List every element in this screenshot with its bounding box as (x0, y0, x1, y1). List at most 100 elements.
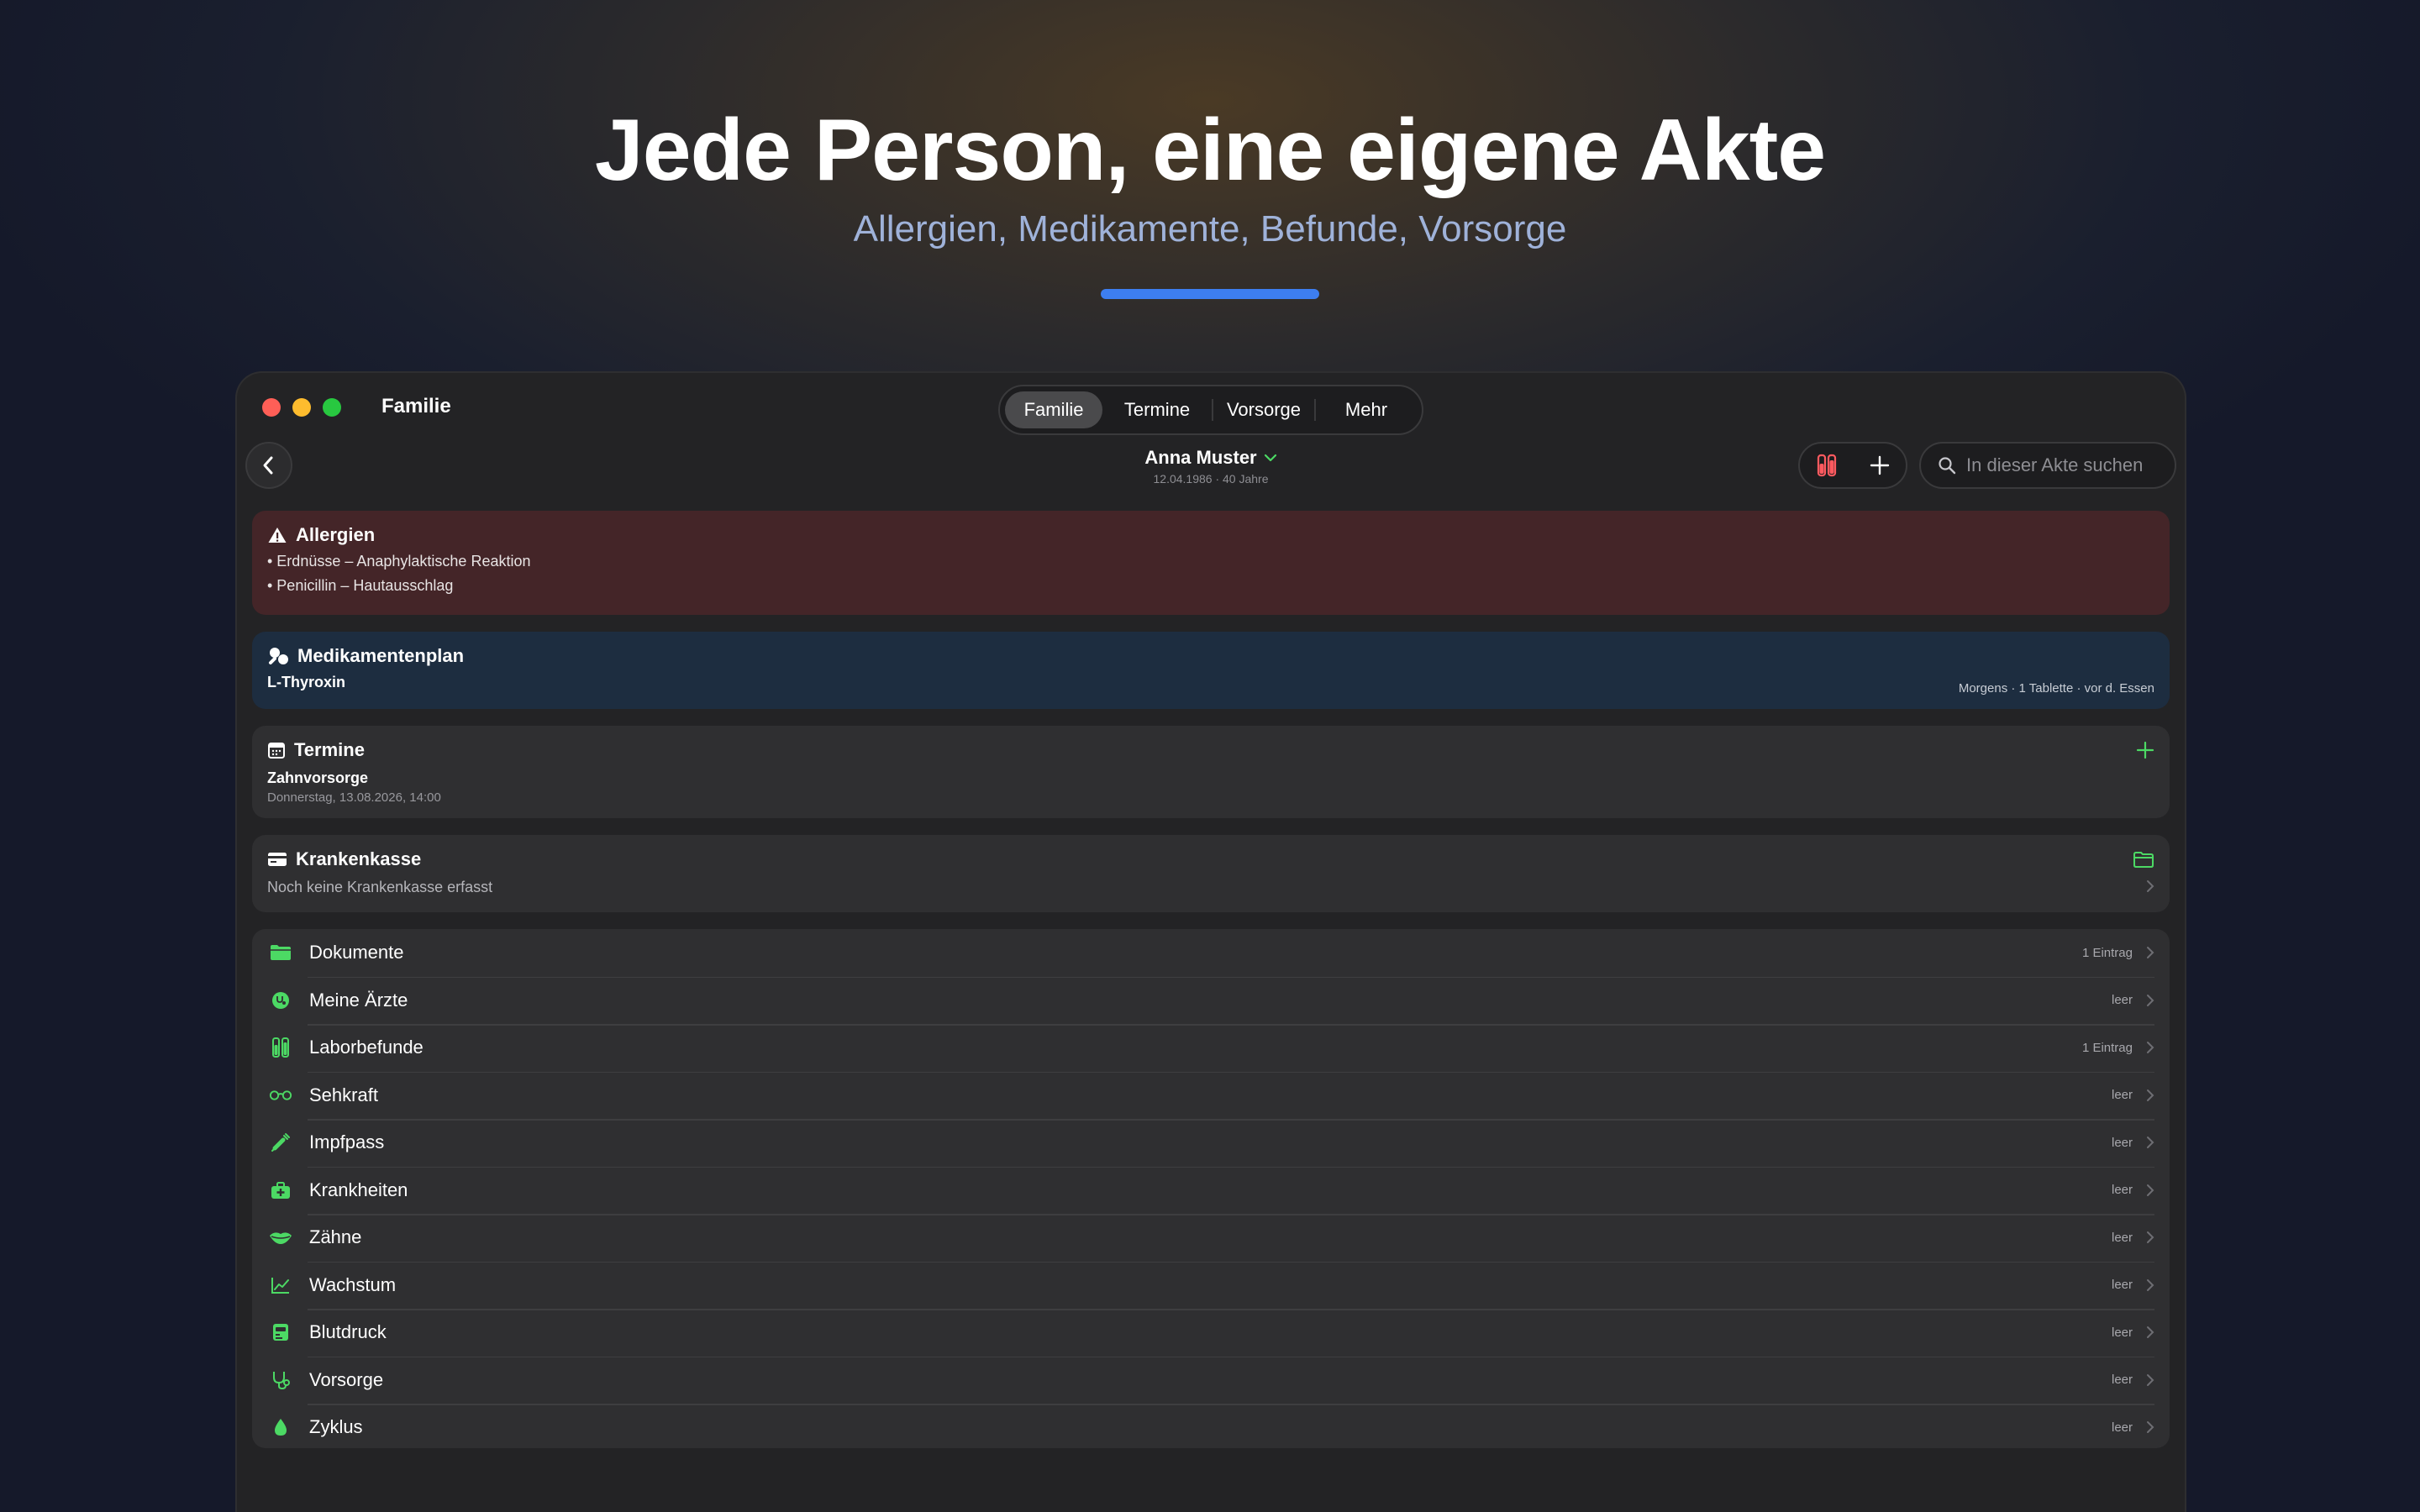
list-item-count: leer (2111, 1088, 2133, 1103)
person-name: Anna Muster (1144, 447, 1257, 468)
list-item-count: leer (2111, 1373, 2133, 1388)
appointment-title: Zahnvorsorge (267, 769, 369, 786)
test-tubes-icon (1817, 454, 1837, 477)
list-item-vorsorge[interactable]: Vorsorge leer (252, 1356, 2170, 1404)
insurance-heading: Krankenkasse (296, 848, 422, 869)
list-item-wachstum[interactable]: Wachstum leer (252, 1261, 2170, 1310)
chevron-right-icon (2146, 1041, 2154, 1058)
tab-vorsorge[interactable]: Vorsorge (1213, 391, 1314, 428)
chevron-right-icon (2146, 1420, 2154, 1438)
add-appointment-button[interactable] (2136, 741, 2154, 764)
list-item-label: Dokumente (309, 942, 404, 963)
record-sections-list: Dokumente 1 Eintrag Meine Ärzte leer Lab… (252, 929, 2170, 1448)
list-item-zaehne[interactable]: Zähne leer (252, 1214, 2170, 1262)
list-item-count: leer (2111, 1230, 2133, 1245)
list-item-count: leer (2111, 993, 2133, 1008)
tab-bar: Familie Termine Vorsorge Mehr (998, 385, 1423, 435)
list-item-count: 1 Eintrag (2081, 945, 2133, 960)
list-item-count: leer (2111, 1278, 2133, 1293)
list-item-zyklus[interactable]: Zyklus leer (252, 1404, 2170, 1448)
search-placeholder: In dieser Akte suchen (1966, 454, 2144, 475)
mouth-icon (269, 1226, 292, 1249)
hero-subtitle: Allergien, Medikamente, Befunde, Vorsorg… (853, 208, 1567, 249)
plus-icon (1870, 455, 1890, 475)
list-item-count: leer (2111, 1325, 2133, 1340)
calendar-icon (268, 743, 285, 759)
list-item-aerzte[interactable]: Meine Ärzte leer (252, 976, 2170, 1025)
medication-detail: Morgens · 1 Tablette · vor d. Essen (1958, 681, 2154, 696)
list-item-krankheiten[interactable]: Krankheiten leer (252, 1166, 2170, 1215)
tab-familie[interactable]: Familie (1005, 391, 1103, 428)
search-icon (1939, 457, 1956, 475)
drop-icon (269, 1415, 292, 1439)
list-item-count: leer (2111, 1135, 2133, 1150)
insurance-folder-button[interactable] (2133, 850, 2154, 873)
list-item-label: Krankheiten (309, 1179, 408, 1200)
chevron-right-icon (2146, 1373, 2154, 1391)
allergy-item: • Penicillin – Hautausschlag (267, 577, 454, 594)
list-item-label: Impfpass (309, 1131, 385, 1153)
list-item-label: Wachstum (309, 1273, 397, 1295)
insurance-card-icon (268, 853, 287, 866)
appointments-heading: Termine (294, 739, 365, 760)
window-title: Familie (381, 395, 451, 417)
list-item-label: Zähne (309, 1226, 362, 1248)
zoom-window-button[interactable] (323, 398, 341, 417)
stethoscope-icon (269, 1368, 292, 1392)
close-window-button[interactable] (262, 398, 281, 417)
allergy-item: • Erdnüsse – Anaphylaktische Reaktion (267, 553, 531, 570)
chevron-right-icon (2146, 946, 2154, 963)
appointments-card[interactable]: Termine Zahnvorsorge Donnerstag, 13.08.2… (252, 726, 2170, 818)
list-item-label: Vorsorge (309, 1368, 384, 1390)
test-tubes-icon (269, 1036, 292, 1059)
lab-results-button[interactable] (1815, 453, 1839, 478)
tab-mehr[interactable]: Mehr (1316, 391, 1417, 428)
list-item-impfpass[interactable]: Impfpass leer (252, 1119, 2170, 1167)
chevron-right-icon (2146, 879, 2154, 897)
chevron-right-icon (2146, 1231, 2154, 1248)
chevron-right-icon (2146, 1184, 2154, 1201)
glasses-icon (269, 1084, 292, 1107)
add-button[interactable] (1869, 454, 1891, 476)
medication-heading: Medikamentenplan (297, 645, 465, 666)
list-item-count: leer (2111, 1183, 2133, 1198)
list-item-laborbefunde[interactable]: Laborbefunde 1 Eintrag (252, 1024, 2170, 1072)
medication-name: L-Thyroxin (267, 674, 345, 690)
chevron-right-icon (2146, 1278, 2154, 1296)
syringe-icon (269, 1131, 292, 1154)
hero-title: Jede Person, eine eigene Akte (594, 102, 1826, 199)
list-item-label: Blutdruck (309, 1321, 387, 1343)
list-item-sehkraft[interactable]: Sehkraft leer (252, 1071, 2170, 1120)
growth-chart-icon (269, 1273, 292, 1297)
chevron-down-icon (1264, 454, 1276, 462)
insurance-card[interactable]: Krankenkasse Noch keine Krankenkasse erf… (252, 835, 2170, 912)
stethoscope-icon (269, 989, 292, 1012)
chevron-right-icon (2146, 1136, 2154, 1153)
warning-icon (268, 528, 287, 543)
toolbar-actions (1798, 442, 1907, 489)
list-item-count: 1 Eintrag (2081, 1040, 2133, 1055)
medication-card[interactable]: Medikamentenplan L-Thyroxin Morgens · 1 … (252, 632, 2170, 709)
search-field[interactable]: In dieser Akte suchen (1919, 442, 2176, 489)
allergies-card[interactable]: Allergien • Erdnüsse – Anaphylaktische R… (252, 511, 2170, 615)
insurance-empty-text: Noch keine Krankenkasse erfasst (267, 879, 493, 895)
person-switcher[interactable]: Anna Muster (1144, 447, 1276, 469)
tab-termine[interactable]: Termine (1102, 391, 1212, 428)
list-item-blutdruck[interactable]: Blutdruck leer (252, 1309, 2170, 1357)
chevron-right-icon (2146, 1326, 2154, 1343)
chevron-right-icon (2146, 994, 2154, 1011)
list-item-count: leer (2111, 1420, 2133, 1435)
minimize-window-button[interactable] (292, 398, 311, 417)
list-item-label: Zyklus (309, 1416, 363, 1438)
list-item-label: Laborbefunde (309, 1037, 424, 1058)
plus-icon (2136, 741, 2154, 759)
blood-pressure-icon (269, 1320, 292, 1344)
folder-icon (269, 941, 292, 964)
allergies-heading: Allergien (296, 524, 376, 545)
folder-icon (2133, 852, 2154, 868)
hero-accent-bar (1101, 289, 1319, 299)
list-item-dokumente[interactable]: Dokumente 1 Eintrag (252, 929, 2170, 977)
list-item-label: Meine Ärzte (309, 989, 408, 1011)
chevron-right-icon (2146, 1089, 2154, 1106)
list-item-label: Sehkraft (309, 1084, 378, 1105)
